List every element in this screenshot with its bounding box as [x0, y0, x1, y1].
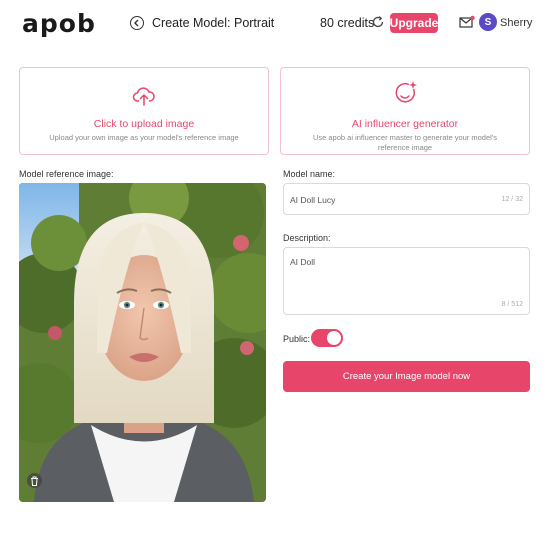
- description-counter: 8 / 512: [501, 301, 523, 308]
- delete-image-button[interactable]: [27, 473, 42, 488]
- model-name-label: Model name:: [283, 169, 336, 179]
- refresh-icon[interactable]: [371, 15, 385, 29]
- toggle-knob: [327, 331, 341, 345]
- trash-icon: [31, 476, 38, 486]
- page-title: Create Model: Portrait: [152, 16, 275, 30]
- description-label: Description:: [283, 233, 331, 243]
- public-label: Public:: [283, 334, 311, 344]
- create-model-button[interactable]: Create your Image model now: [283, 361, 530, 392]
- smiley-sparkle-icon: [395, 81, 417, 103]
- model-name-field[interactable]: AI Doll Lucy 12 / 32: [283, 183, 530, 215]
- upload-image-card[interactable]: Click to upload image Upload your own im…: [19, 67, 269, 155]
- model-name-value: AI Doll Lucy: [290, 195, 336, 205]
- ai-influencer-card[interactable]: AI influencer generator Use apob ai infl…: [280, 67, 530, 155]
- public-toggle[interactable]: [311, 329, 343, 347]
- description-value: AI Doll: [290, 257, 316, 267]
- username[interactable]: Sherry: [500, 17, 532, 29]
- portrait-photo: [19, 183, 266, 502]
- model-name-counter: 12 / 32: [501, 196, 523, 203]
- reference-image: [19, 183, 266, 502]
- credits-count: 80 credits: [320, 16, 375, 30]
- avatar[interactable]: S: [479, 13, 497, 31]
- cloud-upload-icon: [132, 87, 155, 106]
- upload-card-description: Upload your own image as your model's re…: [49, 133, 239, 142]
- ai-card-title: AI influencer generator: [351, 118, 459, 130]
- mail-icon[interactable]: [459, 15, 475, 29]
- apob-logo[interactable]: apob: [22, 11, 96, 36]
- upload-card-title: Click to upload image: [93, 118, 195, 130]
- top-bar: apob Create Model: Portrait 80 credits U…: [0, 0, 550, 48]
- reference-image-label: Model reference image:: [19, 169, 114, 179]
- back-button[interactable]: [130, 16, 144, 30]
- upgrade-button[interactable]: Upgrade: [390, 13, 438, 33]
- ai-card-description: Use apob ai influencer master to generat…: [312, 133, 498, 152]
- description-field[interactable]: AI Doll 8 / 512: [283, 247, 530, 315]
- chevron-left-icon: [134, 19, 139, 27]
